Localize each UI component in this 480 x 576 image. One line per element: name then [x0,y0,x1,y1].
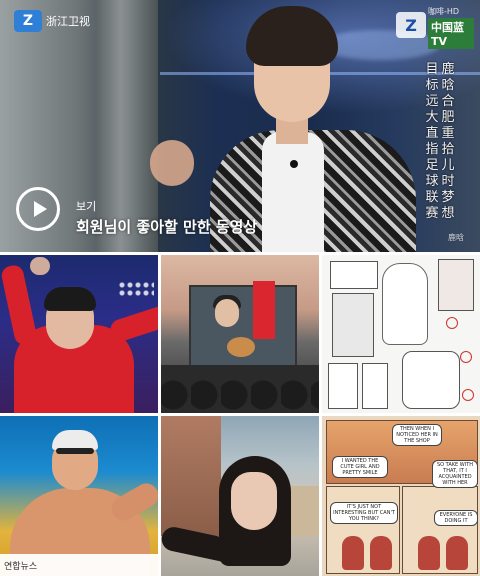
video-credit: 鹿晗 [448,233,464,242]
video-pillar [96,0,158,252]
annotation-circle [446,317,458,329]
corner-logo: Z 咖啡-HD 中国蓝TV [396,6,474,49]
stage-lights [118,281,154,297]
subtitle-column-1: 目标远大直指足球联赛 [425,62,439,221]
speech-bubble: SO TAKE WITH THAT, IT I ACQUAINTED WITH … [432,460,478,488]
video-title[interactable]: 회원님이 좋아할 만한 동영상 [76,216,257,237]
person-shirt [262,132,324,252]
corner-hd-text: 咖啡-HD [428,7,460,16]
photo-caption: 연합뉴스 [4,562,38,572]
comic-character [342,536,364,570]
speech-bubble: I WANTED THE CUTE GIRL AND PRETTY SMILE [332,456,388,478]
person-hand [150,140,194,186]
comic-character [446,536,468,570]
photo-tile-3[interactable] [322,255,480,413]
corner-logo-icon: Z [396,12,426,38]
photo-tile-1[interactable] [0,255,158,413]
corner-tv-text: 中国蓝TV [428,18,474,49]
channel-logo: Z 浙江卫视 [14,8,90,34]
sketch-panel [330,261,378,289]
photo-tile-6[interactable]: THEN WHEN I NOTICED HER IN THE SHOP I WA… [322,416,480,576]
subtitle-column-2: 鹿晗合肥重拾儿时梦想 [441,62,455,221]
video-label: 보기 [76,200,97,213]
featured-video[interactable]: Z 浙江卫视 Z 咖啡-HD 中国蓝TV 目标远大直指足球联赛 鹿晗合肥重拾儿时… [0,0,480,252]
sketch-figure [382,263,428,345]
comic-character [370,536,392,570]
sketch-panel [328,363,358,409]
singer-face [215,299,239,327]
channel-logo-text: 浙江卫视 [46,15,90,28]
brick-building [161,416,221,536]
sketch-figure [402,351,460,409]
photo-tile-2[interactable] [161,255,319,413]
photo-tile-4[interactable]: 연합뉴스 [0,416,158,576]
lapel-mic [290,160,298,168]
speech-bubble: THEN WHEN I NOTICED HER IN THE SHOP [392,424,442,446]
photo-tile-5[interactable] [161,416,319,576]
crowd-silhouettes [161,365,319,413]
selfie-face [231,472,277,530]
swim-cap [52,430,98,450]
sketch-panel [362,363,388,409]
speech-bubble: EVERYONE IS DOING IT [434,510,478,526]
performer-hair [44,287,96,311]
play-button[interactable] [16,187,60,231]
channel-logo-icon: Z [14,10,42,32]
red-banner [253,281,275,339]
comic-character [418,536,440,570]
speech-bubble: IT'S JUST NOT INTERESTING BUT CAN'T YOU … [330,502,398,524]
goggles [56,448,94,454]
person-hair [246,6,338,66]
sketch-panel [332,293,374,357]
guitar [227,337,255,357]
play-icon [33,201,47,217]
sketch-panel [438,259,474,311]
annotation-circle [462,389,474,401]
annotation-circle [460,351,472,363]
raised-hand [30,257,50,275]
